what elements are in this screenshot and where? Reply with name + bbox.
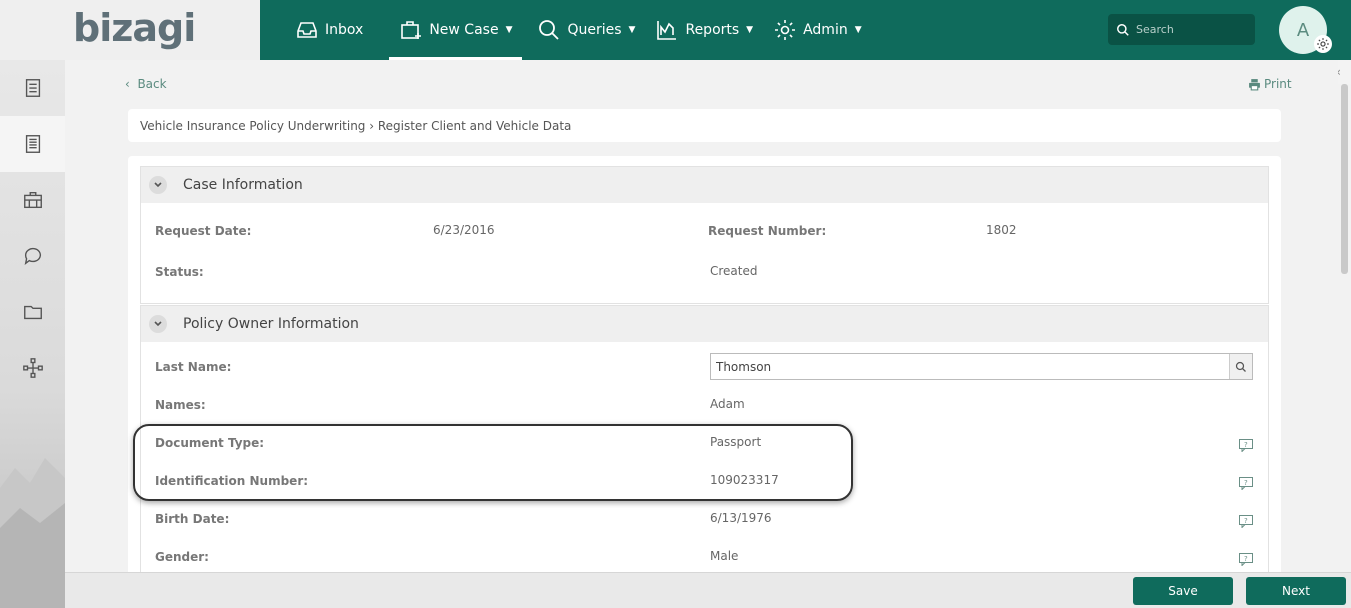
gear-icon (775, 20, 796, 40)
chart-icon (657, 21, 677, 40)
back-link[interactable]: ‹ Back (125, 77, 167, 91)
back-label: Back (137, 77, 167, 91)
names-label: Names: (155, 398, 206, 412)
magnifier-icon (539, 20, 560, 40)
last-name-lookup[interactable] (710, 353, 1253, 380)
svg-text:?: ? (1244, 517, 1248, 525)
birth-date-value: 6/13/1976 (710, 511, 772, 525)
printer-icon (1249, 78, 1260, 90)
birth-date-label: Birth Date: (155, 512, 230, 526)
sidebar-item-comments[interactable] (0, 228, 65, 284)
search-icon (1117, 23, 1129, 36)
case-information-header[interactable]: Case Information (141, 167, 1268, 203)
print-label: Print (1264, 77, 1292, 91)
nav-inbox-label: Inbox (325, 22, 364, 38)
search-icon (1235, 361, 1246, 372)
search-input[interactable] (1136, 23, 1246, 36)
sidebar-item-process-map[interactable] (0, 340, 65, 396)
policy-owner-title: Policy Owner Information (183, 316, 359, 332)
chevron-down-icon[interactable] (149, 176, 167, 194)
sidebar-item-case-details[interactable] (0, 116, 65, 172)
chat-bubble-icon (24, 247, 41, 265)
scrollbar-thumb[interactable] (1341, 84, 1348, 274)
top-bar: bizagi Inbox New Case ▼ Queries ▼ Report… (0, 0, 1351, 60)
nav-new-case[interactable]: New Case ▼ (389, 0, 523, 60)
action-bar: Save Next (65, 572, 1351, 608)
breadcrumb: Vehicle Insurance Policy Underwriting › … (128, 109, 1281, 142)
request-date-label: Request Date: (155, 224, 252, 238)
last-name-label: Last Name: (155, 360, 232, 374)
request-number-label: Request Number: (708, 224, 827, 238)
briefcase-icon (23, 191, 42, 209)
lookup-search-button[interactable] (1229, 354, 1252, 379)
help-comment-icon[interactable]: ? (1239, 553, 1253, 566)
help-comment-icon[interactable]: ? (1239, 477, 1253, 490)
logo-area: bizagi (0, 0, 260, 60)
svg-text:?: ? (1244, 479, 1248, 487)
chevron-down-icon: ▼ (628, 25, 636, 35)
request-date-value: 6/23/2016 (433, 223, 495, 237)
next-button[interactable]: Next (1246, 577, 1346, 605)
process-flow-icon (22, 358, 43, 378)
case-information-title: Case Information (183, 177, 303, 193)
request-number-value: 1802 (986, 223, 1017, 237)
chevron-down-icon: ▼ (505, 25, 513, 35)
chevron-down-icon: ▼ (746, 25, 754, 35)
sidebar-item-work[interactable] (0, 172, 65, 228)
gender-label: Gender: (155, 550, 209, 564)
vertical-scrollbar[interactable] (1338, 84, 1351, 572)
sidebar-item-files[interactable] (0, 284, 65, 340)
nav-queries[interactable]: Queries ▼ (527, 0, 645, 60)
highlight-annotation (133, 424, 853, 501)
save-button[interactable]: Save (1133, 577, 1233, 605)
status-value: Created (710, 264, 758, 278)
status-label: Status: (155, 265, 204, 279)
document-list-icon (25, 135, 40, 153)
names-value: Adam (710, 397, 745, 411)
main-content: ‹ Back Print Vehicle Insurance Policy Un… (65, 60, 1338, 572)
gender-value: Male (710, 549, 739, 563)
svg-text:?: ? (1244, 441, 1248, 449)
left-sidebar (0, 60, 65, 608)
main-nav: Inbox New Case ▼ Queries ▼ Reports ▼ Adm… (260, 0, 872, 60)
chevron-down-icon[interactable] (149, 315, 167, 333)
nav-reports[interactable]: Reports ▼ (645, 0, 763, 60)
case-information-panel: Case Information (140, 166, 1269, 304)
settings-gear-icon[interactable] (1314, 35, 1332, 53)
global-search[interactable] (1108, 14, 1255, 45)
new-case-icon (401, 21, 422, 39)
sidebar-item-workportal[interactable] (0, 60, 65, 116)
nav-inbox[interactable]: Inbox (260, 0, 373, 60)
mountain-background-image (0, 458, 65, 608)
nav-queries-label: Queries (567, 22, 622, 38)
print-link[interactable]: Print (1248, 77, 1292, 91)
help-comment-icon[interactable]: ? (1239, 439, 1253, 452)
bizagi-logo[interactable]: bizagi (73, 6, 196, 50)
policy-owner-header[interactable]: Policy Owner Information (141, 306, 1268, 342)
nav-reports-label: Reports (685, 22, 740, 38)
last-name-input[interactable] (711, 354, 1229, 379)
folder-icon (23, 305, 42, 320)
svg-text:?: ? (1244, 555, 1248, 563)
nav-admin-label: Admin (803, 22, 848, 38)
nav-admin[interactable]: Admin ▼ (763, 0, 872, 60)
inbox-icon (297, 22, 317, 38)
help-comment-icon[interactable]: ? (1239, 515, 1253, 528)
document-icon (25, 79, 40, 97)
nav-new-case-label: New Case (429, 22, 499, 38)
chevron-down-icon: ▼ (854, 25, 862, 35)
